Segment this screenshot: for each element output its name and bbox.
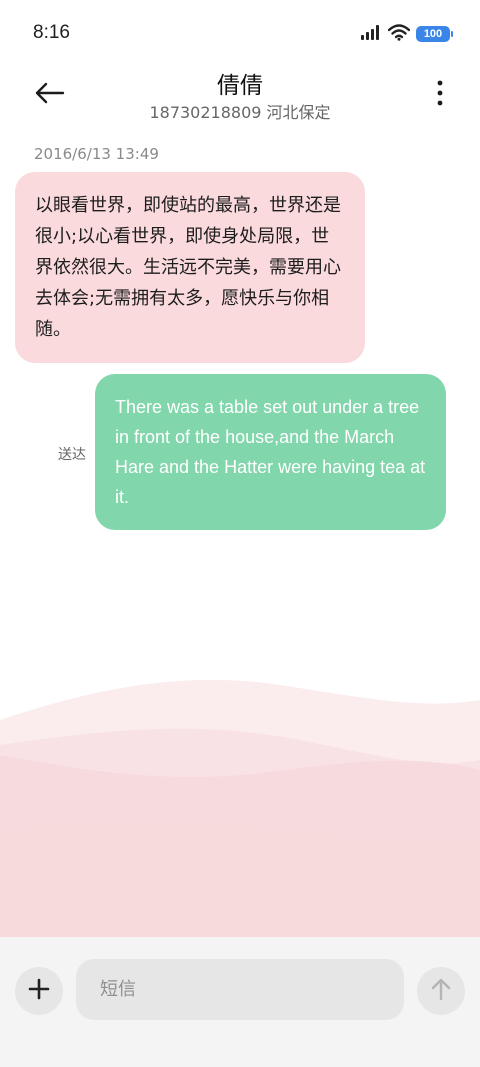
conversation-header: 倩倩 18730218809 河北保定	[0, 66, 480, 130]
sms-input[interactable]	[76, 959, 404, 1020]
contact-phone-location: 18730218809 河北保定	[149, 103, 331, 122]
more-options-button[interactable]	[430, 76, 450, 114]
send-button[interactable]	[417, 967, 465, 1015]
add-attachment-button[interactable]	[15, 967, 63, 1015]
contact-name: 倩倩	[217, 73, 263, 99]
background-waves	[0, 660, 480, 940]
more-vertical-icon	[437, 80, 443, 110]
incoming-message-text: 以眼看世界，即使站的最高，世界还是很小;以心看世界，即使身处局限，世界依然很大。…	[35, 195, 341, 340]
system-icons: 100	[360, 23, 453, 45]
status-bar: 8:16 100	[0, 0, 480, 66]
outgoing-message-text: There was a table set out under a tree i…	[115, 397, 426, 507]
incoming-message-bubble[interactable]: 以眼看世界，即使站的最高，世界还是很小;以心看世界，即使身处局限，世界依然很大。…	[15, 172, 365, 363]
plus-icon	[28, 978, 50, 1004]
wifi-icon	[387, 23, 411, 45]
status-time: 8:16	[33, 22, 70, 43]
battery-icon: 100	[416, 26, 453, 42]
signal-icon	[360, 24, 382, 44]
arrow-up-icon	[431, 977, 451, 1005]
delivery-status: 送达	[58, 447, 86, 463]
outgoing-message-bubble[interactable]: There was a table set out under a tree i…	[95, 374, 446, 530]
message-timestamp: 2016/6/13 13:49	[34, 145, 159, 163]
message-composer	[0, 937, 480, 1067]
